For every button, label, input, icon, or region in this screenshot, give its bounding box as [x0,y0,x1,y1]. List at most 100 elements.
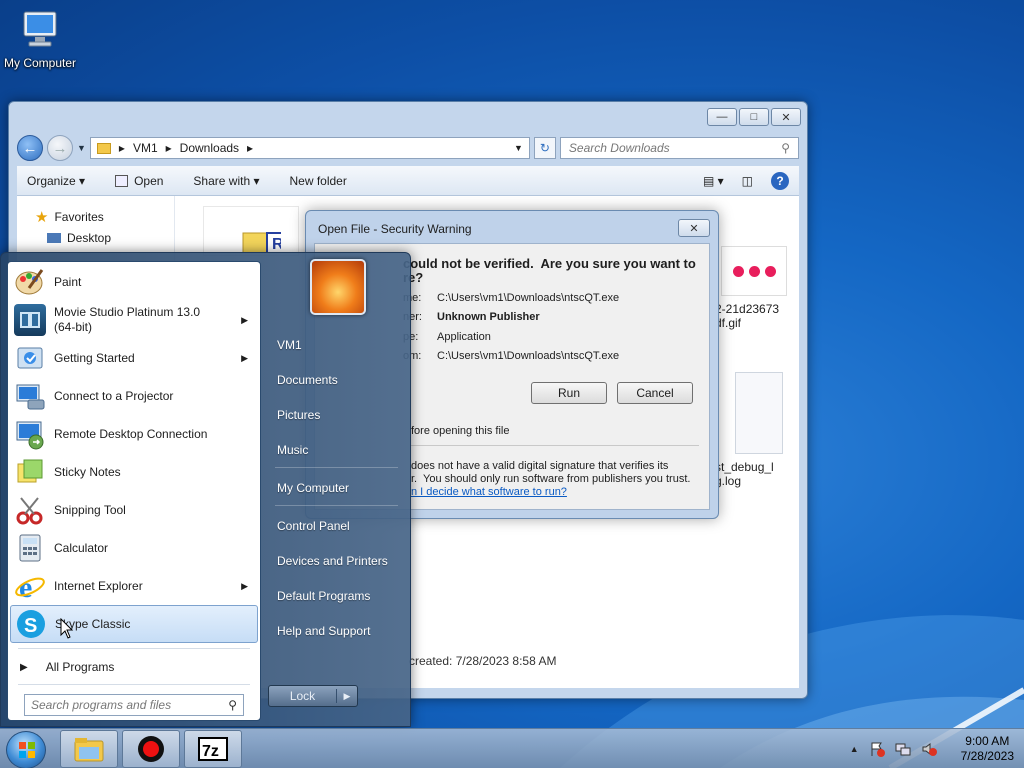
link-vm1[interactable]: VM1 [277,338,302,352]
desktop-icon [47,232,61,243]
shutdown-options-arrow-icon[interactable]: ▶ [337,691,357,702]
places-separator [275,467,398,468]
sticky-notes-icon [14,456,46,488]
open-button[interactable]: Open [115,174,163,188]
program-remote-desktop[interactable]: Remote Desktop Connection [10,415,258,453]
cancel-button[interactable]: Cancel [617,382,693,404]
link-default-programs[interactable]: Default Programs [277,589,370,603]
search-icon: ⚲ [228,698,237,712]
7zip-icon: 7z [198,737,228,761]
dialog-heading: could not be verified. Are you sure you … [403,256,696,285]
action-center-flag-icon[interactable] [869,741,885,757]
start-search-input[interactable]: Search programs and files ⚲ [24,694,244,716]
file-item[interactable]: R [203,206,299,256]
submenu-arrow-icon: ▶ [241,314,248,325]
submenu-arrow-icon: ▶ [241,580,248,591]
computer-icon [18,8,62,52]
folder-icon [74,738,104,762]
recent-pages-dropdown[interactable]: ▼ [77,143,86,153]
search-input[interactable]: Search Downloads ⚲ [559,137,799,159]
breadcrumb-separator-icon: ▸ [118,141,125,155]
address-dropdown-icon[interactable]: ▼ [514,143,523,153]
program-snipping-tool[interactable]: Snipping Tool [10,491,258,529]
program-calculator[interactable]: Calculator [10,529,258,567]
calculator-icon [14,532,46,564]
new-folder-button[interactable]: New folder [289,174,346,188]
start-menu-places-pane: VM1 Documents Pictures Music My Computer… [265,253,410,726]
always-ask-checkbox-label[interactable]: fore opening this file [411,425,509,437]
all-programs-button[interactable]: ▶ All Programs [20,660,114,674]
start-menu-separator [18,684,250,685]
program-movie-studio[interactable]: Movie Studio Platinum 13.0 (64-bit) ▶ [10,301,258,339]
share-with-button[interactable]: Share with ▾ [193,174,259,188]
desktop-icon-my-computer[interactable]: My Computer [0,8,80,70]
volume-muted-icon[interactable] [921,741,937,757]
organize-button[interactable]: Organize ▾ [27,174,85,188]
program-paint[interactable]: Paint [10,263,258,301]
projector-icon [14,380,46,412]
taskbar-recorder-button[interactable] [122,730,180,768]
show-hidden-icons-button[interactable]: ▲ [850,744,859,754]
lock-button[interactable]: Lock ▶ [268,685,358,707]
link-documents[interactable]: Documents [277,373,338,387]
maximize-button[interactable]: □ [739,108,769,126]
breadcrumb-vm1[interactable]: VM1 [133,141,158,155]
movie-studio-icon [14,304,46,336]
link-music[interactable]: Music [277,443,308,457]
refresh-button[interactable]: ↻ [533,137,556,159]
breadcrumb-separator-icon: ▸ [247,141,254,155]
program-connect-projector[interactable]: Connect to a Projector [10,377,258,415]
forward-button[interactable]: → [47,135,73,161]
start-menu-programs-pane: Paint Movie Studio Platinum 13.0 (64-bit… [7,261,261,721]
getting-started-icon [14,342,46,374]
taskbar: 7z ▲ 9:00 AM 7/28/2023 [0,728,1024,768]
windows-logo-icon [19,742,35,758]
skype-icon: S [15,608,47,640]
places-separator [275,505,398,506]
what-software-link[interactable]: n I decide what software to run? [411,486,711,499]
program-skype[interactable]: S Skype Classic [10,605,258,643]
back-button[interactable]: ← [17,135,43,161]
dialog-row-name: me: C:\Users\vm1\Downloads\ntscQT.exe [403,292,620,304]
help-icon[interactable]: ? [771,171,789,190]
r-file-icon: R [242,232,290,254]
run-button[interactable]: Run [531,382,607,404]
clock[interactable]: 9:00 AM 7/28/2023 [961,734,1014,764]
address-row: ← → ▼ ▸ VM1 ▸ Downloads ▸ ▼ ↻ Search Dow… [17,134,799,162]
start-button[interactable] [6,731,46,768]
taskbar-explorer-button[interactable] [60,730,118,768]
link-devices-printers[interactable]: Devices and Printers [277,554,388,568]
link-pictures[interactable]: Pictures [277,408,320,422]
views-button[interactable]: ▤ ▾ [703,174,724,188]
svg-text:S: S [24,615,37,637]
taskbar-7zip-button[interactable]: 7z [184,730,242,768]
desktop-icon-label: My Computer [3,56,77,70]
paint-icon [14,266,46,298]
clock-date: 7/28/2023 [960,749,1014,763]
nav-desktop[interactable]: Desktop [35,227,174,248]
program-sticky-notes[interactable]: Sticky Notes [10,453,258,491]
window-caption-buttons: — □ ✕ [707,108,801,126]
dialog-row-from: om: C:\Users\vm1\Downloads\ntscQT.exe [403,350,620,362]
link-control-panel[interactable]: Control Panel [277,519,350,533]
link-help-support[interactable]: Help and Support [277,624,370,638]
start-search-placeholder: Search programs and files [31,698,172,712]
dialog-close-button[interactable]: ✕ [678,219,710,237]
folder-icon [96,142,111,154]
clock-time: 9:00 AM [965,734,1010,748]
user-avatar[interactable] [310,259,366,315]
program-getting-started[interactable]: Getting Started ▶ [10,339,258,377]
link-my-computer[interactable]: My Computer [277,481,349,495]
system-tray: ▲ 9:00 AM 7/28/2023 [850,729,1014,768]
address-bar[interactable]: ▸ VM1 ▸ Downloads ▸ ▼ [89,137,530,159]
preview-pane-icon[interactable]: ◫ [742,174,753,188]
status-bar-created: created: 7/28/2023 8:58 AM [409,654,557,668]
minimize-button[interactable]: — [707,108,737,126]
network-icon[interactable] [895,741,911,757]
star-icon: ★ [35,208,49,226]
breadcrumb-downloads[interactable]: Downloads [180,141,239,155]
dialog-row-type: pe:Application [403,331,491,343]
program-internet-explorer[interactable]: e Internet Explorer ▶ [10,567,258,605]
nav-favorites[interactable]: ★ Favorites [35,206,174,227]
close-button[interactable]: ✕ [771,108,801,126]
